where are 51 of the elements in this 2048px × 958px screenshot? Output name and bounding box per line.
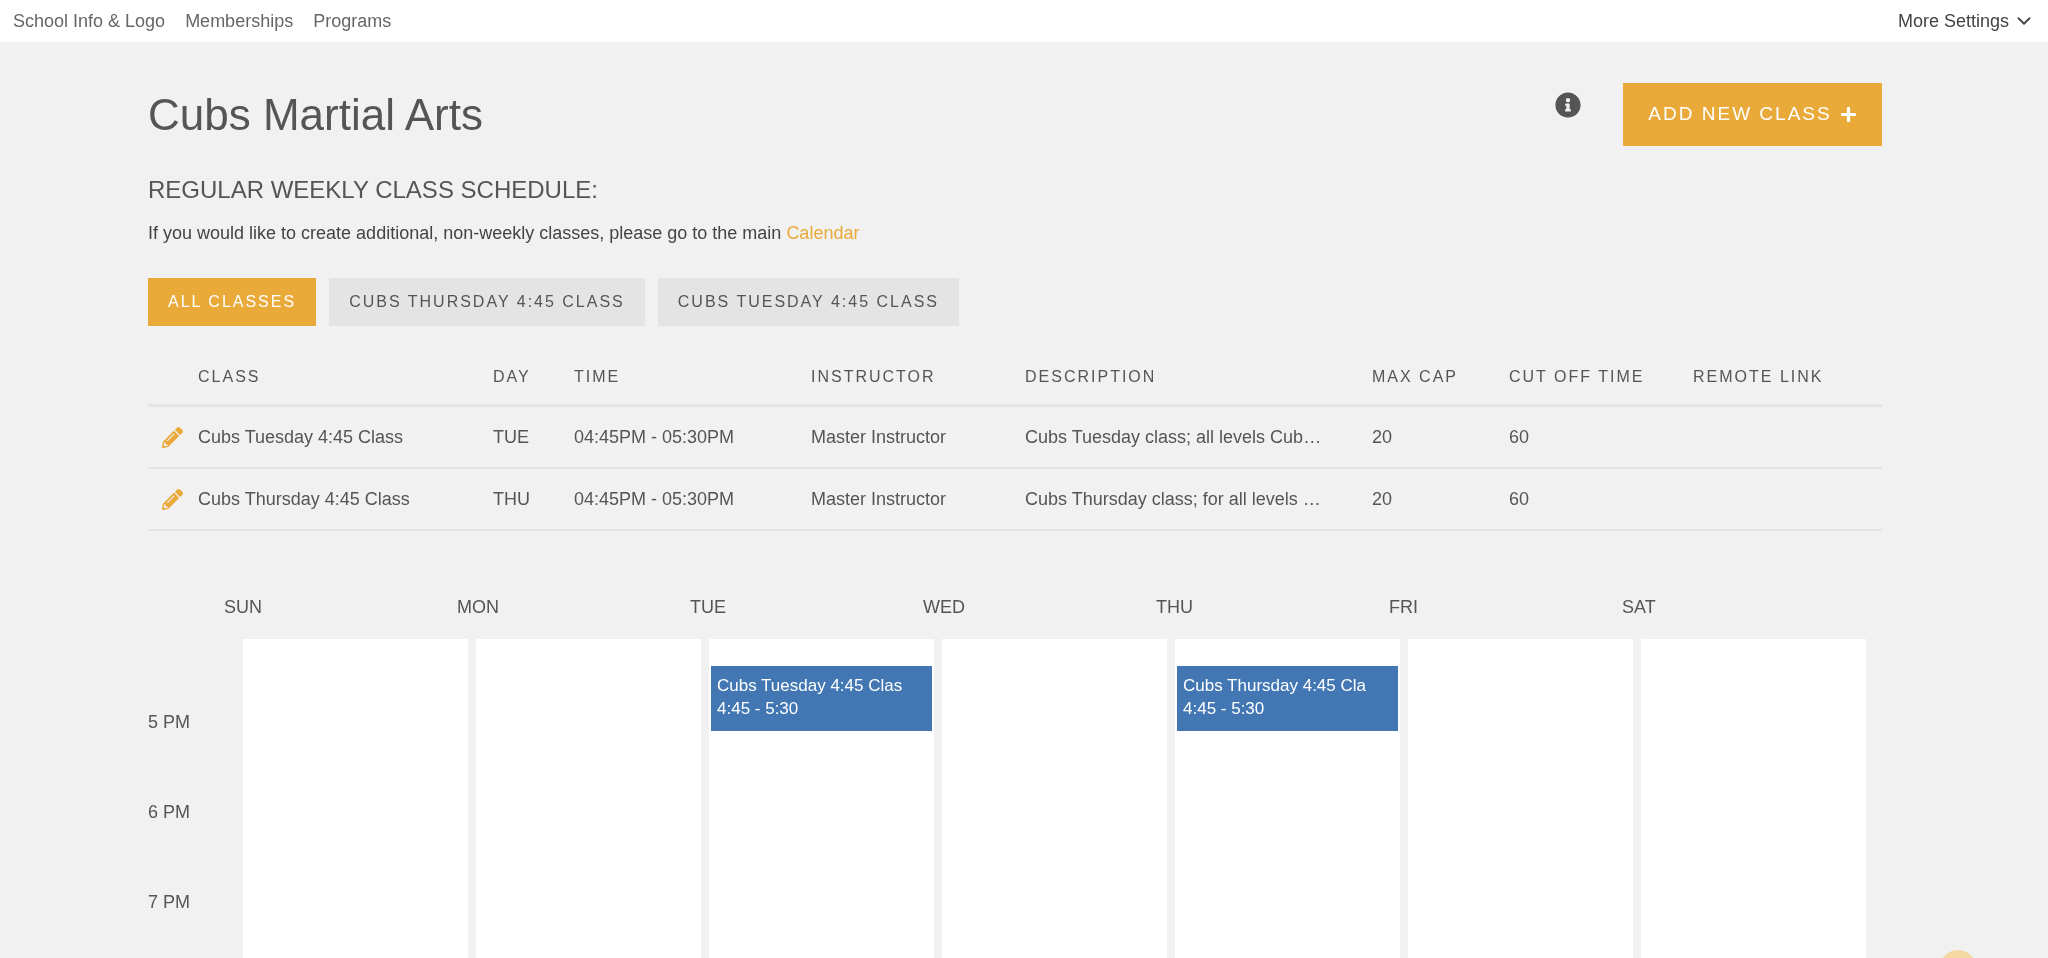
weekday-label: SUN: [224, 597, 262, 617]
table-cell: 60: [1509, 488, 1530, 509]
column-header: INSTRUCTOR: [811, 367, 936, 385]
column-header: CUT OFF TIME: [1509, 367, 1645, 385]
table-cell: Cubs Thursday class; for all levels …: [1025, 488, 1321, 509]
column-header: TIME: [574, 367, 621, 385]
column-header: CLASS: [198, 367, 261, 385]
weekday-label: MON: [457, 597, 499, 617]
plus-icon: [1839, 105, 1857, 123]
filter-tab[interactable]: CUBS THURSDAY 4:45 CLASS: [329, 278, 645, 326]
nav-link[interactable]: Memberships: [185, 7, 294, 35]
hour-label: 6 PM: [148, 802, 190, 822]
weekday-label: WED: [923, 597, 965, 617]
column-header: DESCRIPTION: [1025, 367, 1157, 385]
event-title: Cubs Tuesday 4:45 Clas: [717, 675, 904, 697]
event-title: Cubs Thursday 4:45 Cla: [1183, 675, 1367, 697]
table-cell: Master Instructor: [811, 488, 947, 509]
table-cell: 20: [1372, 426, 1393, 447]
more-settings-menu[interactable]: More Settings: [1897, 7, 2035, 35]
table-cell: 04:45PM - 05:30PM: [574, 426, 735, 447]
event-time: 4:45 - 5:30: [1183, 698, 1266, 720]
table-cell: THU: [493, 488, 530, 509]
weekday-label: TUE: [690, 597, 726, 617]
section-heading: REGULAR WEEKLY CLASS SCHEDULE:: [148, 175, 599, 205]
column-header: MAX CAP: [1372, 367, 1458, 385]
edit-pencil-icon[interactable]: [161, 426, 183, 448]
info-icon[interactable]: [1555, 92, 1581, 118]
edit-pencil-icon[interactable]: [161, 488, 183, 510]
event-time: 4:45 - 5:30: [717, 698, 800, 720]
hour-label: 5 PM: [148, 712, 190, 732]
weekday-label: THU: [1156, 597, 1193, 617]
hour-label: 7 PM: [148, 892, 190, 912]
table-cell: Cubs Tuesday 4:45 Class: [198, 426, 404, 447]
nav-link[interactable]: Programs: [313, 7, 392, 35]
table-cell: Cubs Thursday 4:45 Class: [198, 488, 410, 509]
table-cell: TUE: [493, 426, 529, 447]
table-cell: 04:45PM - 05:30PM: [574, 488, 735, 509]
intro-text: If you would like to create additional, non-weekly classes, please go to the main Calendar: [148, 222, 861, 245]
table-cell: 60: [1509, 426, 1530, 447]
weekday-label: FRI: [1389, 597, 1418, 617]
table-cell: Master Instructor: [811, 426, 947, 447]
page-title: Cubs Martial Arts: [148, 89, 483, 141]
column-header: DAY: [493, 367, 531, 385]
table-cell: 20: [1372, 488, 1393, 509]
table-cell: Cubs Tuesday class; all levels Cub…: [1025, 426, 1322, 447]
class-event[interactable]: Cubs Thursday 4:45 Cla 4:45 - 5:30: [1177, 666, 1398, 731]
nav-link[interactable]: School Info & Logo: [13, 7, 166, 35]
filter-tab[interactable]: CUBS TUESDAY 4:45 CLASS: [657, 278, 959, 326]
column-header: REMOTE LINK: [1693, 367, 1824, 385]
weekday-label: SAT: [1622, 597, 1656, 617]
class-event[interactable]: Cubs Tuesday 4:45 Clas 4:45 - 5:30: [711, 666, 932, 731]
